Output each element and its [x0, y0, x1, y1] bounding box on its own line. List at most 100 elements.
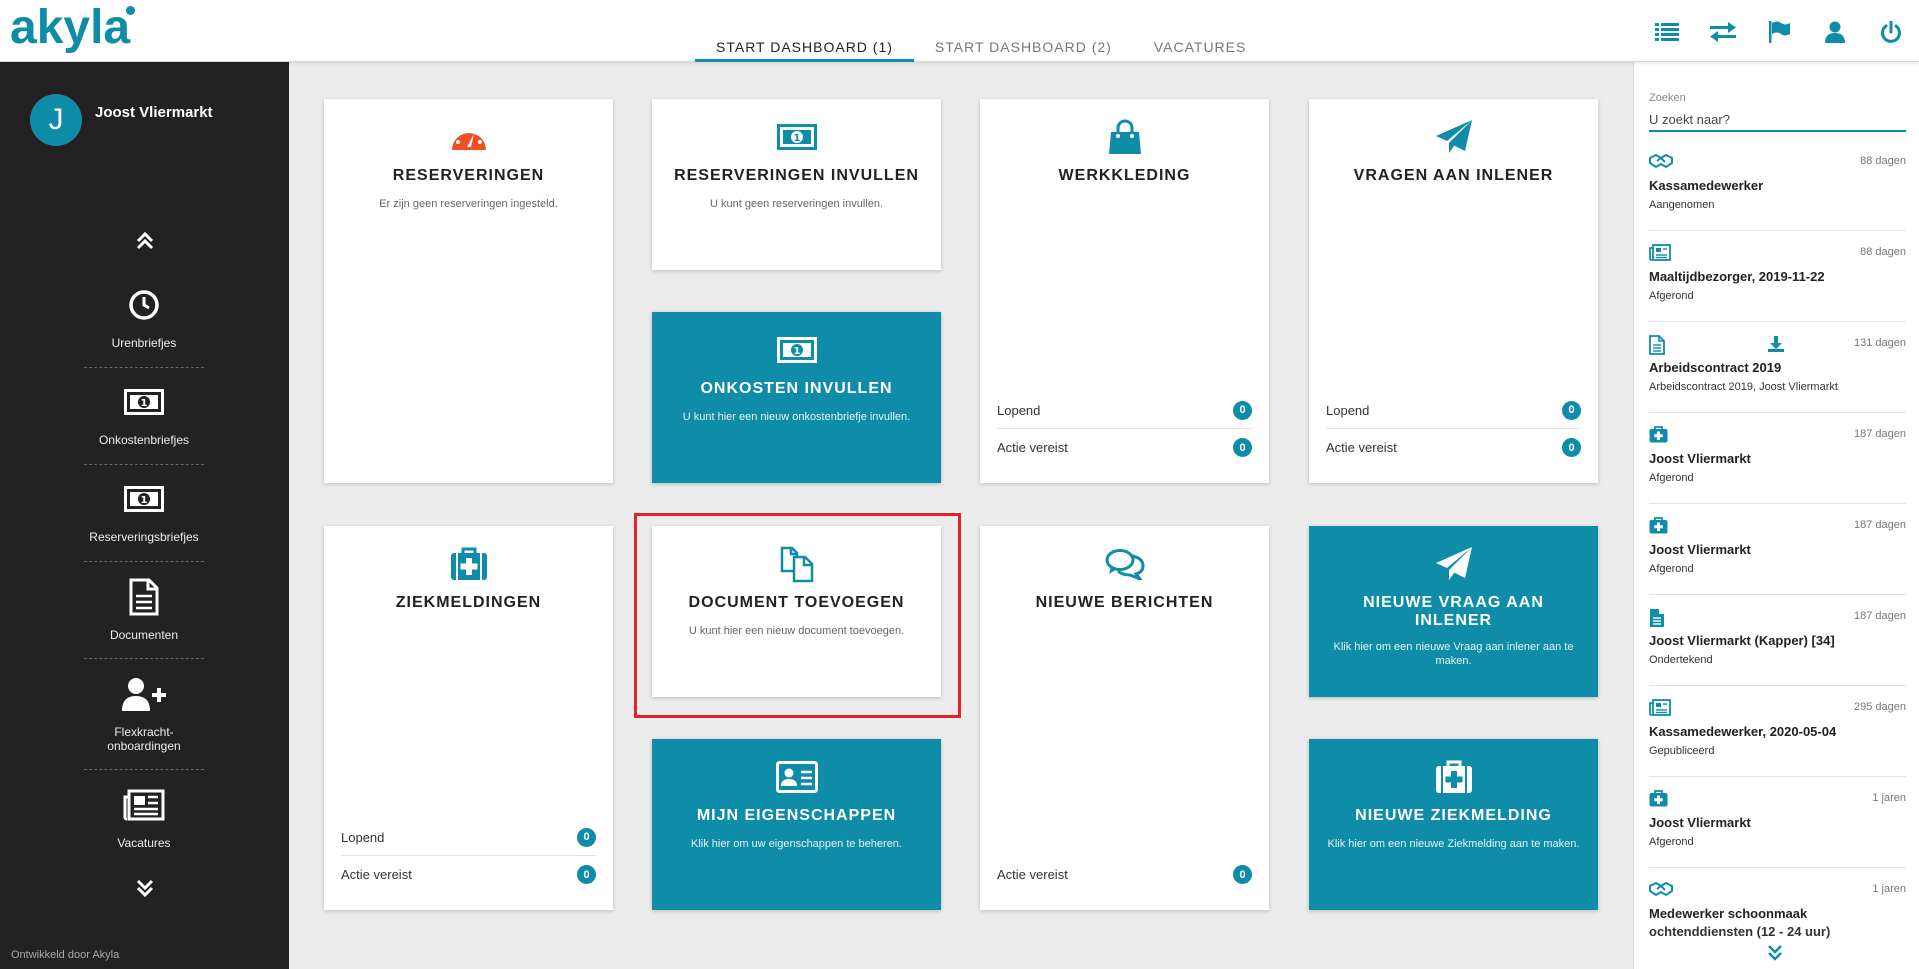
tab-start-dashboard-1[interactable]: START DASHBOARD (1): [695, 30, 914, 62]
banknote-icon: 1: [84, 478, 204, 520]
tile-title: VRAGEN AAN INLENER: [1353, 167, 1554, 184]
handshake-icon: [1649, 153, 1673, 174]
sidebar-item-vacatures[interactable]: Vacatures: [84, 784, 204, 850]
tile-reserveringen-invullen[interactable]: 1 RESERVERINGEN INVULLEN U kunt geen res…: [652, 99, 941, 270]
status-row-lopend[interactable]: Lopend 0: [997, 392, 1252, 429]
user-profile[interactable]: J Joost Vliermarkt: [30, 94, 213, 146]
list-item[interactable]: 1 jaren Joost Vliermarkt Afgerond: [1649, 778, 1906, 868]
item-age: 88 dagen: [1860, 155, 1906, 167]
item-age: 187 dagen: [1854, 428, 1906, 440]
akyla-logo[interactable]: akyla: [10, 4, 130, 52]
tile-title: NIEUWE ZIEKMELDING: [1355, 807, 1552, 824]
banknote-icon: 1: [84, 381, 204, 423]
count-badge: 0: [1233, 865, 1252, 884]
search-label: Zoeken: [1649, 92, 1686, 104]
banknote-icon: 1: [652, 330, 941, 370]
list-item[interactable]: 187 dagen Joost Vliermarkt Afgerond: [1649, 414, 1906, 504]
clock-icon: [84, 284, 204, 326]
avatar[interactable]: J: [30, 94, 82, 146]
tile-title: NIEUWE VRAAG AAN INLENER: [1363, 594, 1544, 629]
status-row-actie-vereist[interactable]: Actie vereist 0: [341, 856, 596, 893]
count-badge: 0: [577, 827, 596, 847]
status-label: Lopend: [997, 402, 1041, 418]
sidebar-item-onkostenbriefjes[interactable]: 1 Onkostenbriefjes: [84, 381, 204, 447]
load-more-chevrons-icon[interactable]: [1765, 943, 1789, 965]
tile-werkkleding[interactable]: WERKKLEDING Lopend 0 Actie vereist 0: [980, 99, 1269, 483]
sidebar-item-label: Onkostenbriefjes: [98, 433, 190, 447]
status-row-actie-vereist[interactable]: Actie vereist 0: [1326, 429, 1581, 466]
tile-description: Er zijn geen reserveringen ingesteld.: [379, 198, 558, 210]
sidebar-item-urenbriefjes[interactable]: Urenbriefjes: [84, 284, 204, 350]
status-label: Lopend: [1326, 402, 1370, 418]
sidebar-divider: [84, 464, 204, 465]
tile-description: Klik hier om een nieuwe Vraag aan inlene…: [1333, 641, 1574, 667]
left-sidebar: J Joost Vliermarkt Urenbriefjes 1 Onkost…: [0, 62, 289, 969]
tab-vacatures[interactable]: VACATURES: [1133, 30, 1268, 62]
tab-start-dashboard-2[interactable]: START DASHBOARD (2): [914, 30, 1133, 62]
list-item[interactable]: 187 dagen Joost Vliermarkt (Kapper) [34]…: [1649, 596, 1906, 686]
header-actions: [1639, 18, 1919, 46]
item-subtitle: Ondertekend: [1649, 654, 1713, 666]
tile-mijn-eigenschappen[interactable]: MIJN EIGENSCHAPPEN Klik hier om uw eigen…: [652, 739, 941, 910]
item-age: 88 dagen: [1860, 246, 1906, 258]
list-item[interactable]: 131 dagen Arbeidscontract 2019 Arbeidsco…: [1649, 323, 1906, 413]
list-item[interactable]: 295 dagen Kassamedewerker, 2020-05-04 Ge…: [1649, 687, 1906, 777]
list-icon[interactable]: [1639, 18, 1695, 46]
list-item[interactable]: 88 dagen Kassamedewerker Aangenomen: [1649, 141, 1906, 231]
sidebar-item-documenten[interactable]: Documenten: [84, 576, 204, 642]
logo-dot: [126, 6, 135, 15]
tile-description: Klik hier om een nieuwe Ziekmelding aan …: [1327, 838, 1580, 850]
item-title: Medewerker schoonmaak: [1649, 906, 1808, 921]
item-title: Kassamedewerker, 2020-05-04: [1649, 724, 1837, 739]
dashboard-tabs: START DASHBOARD (1) START DASHBOARD (2) …: [695, 30, 1267, 62]
power-icon[interactable]: [1863, 18, 1919, 46]
item-title: Joost Vliermarkt (Kapper) [34]: [1649, 633, 1835, 648]
status-label: Actie vereist: [1326, 440, 1397, 455]
svg-text:1: 1: [141, 495, 148, 506]
item-age: 187 dagen: [1854, 519, 1906, 531]
tile-description: U kunt geen reserveringen invullen.: [709, 198, 884, 210]
scroll-down-chevrons-icon[interactable]: [130, 874, 160, 904]
status-row-lopend[interactable]: Lopend 0: [341, 819, 596, 856]
item-age: 295 dagen: [1854, 701, 1906, 713]
user-icon[interactable]: [1807, 18, 1863, 46]
tile-nieuwe-berichten[interactable]: NIEUWE BERICHTEN Actie vereist 0: [980, 526, 1269, 910]
medkit-icon: [1309, 757, 1598, 797]
scroll-up-chevrons-icon[interactable]: [130, 225, 160, 255]
status-row-actie-vereist[interactable]: Actie vereist 0: [997, 856, 1252, 893]
status-row-lopend[interactable]: Lopend 0: [1326, 392, 1581, 429]
tile-nieuwe-ziekmelding[interactable]: NIEUWE ZIEKMELDING Klik hier om een nieu…: [1309, 739, 1598, 910]
item-subtitle: ochtenddiensten (12 - 24 uur): [1649, 924, 1831, 939]
tile-document-toevoegen[interactable]: DOCUMENT TOEVOEGEN U kunt hier een nieuw…: [652, 526, 941, 697]
sidebar-item-flexkracht-onboardingen[interactable]: Flexkracht-onboardingen: [84, 673, 204, 753]
list-item[interactable]: 187 dagen Joost Vliermarkt Afgerond: [1649, 505, 1906, 595]
status-label: Actie vereist: [997, 867, 1068, 882]
item-title: Kassamedewerker: [1649, 178, 1764, 193]
item-age: 187 dagen: [1854, 610, 1906, 622]
download-icon[interactable]: [1767, 335, 1785, 358]
tile-description: U kunt hier een nieuw document toevoegen…: [688, 625, 905, 637]
tile-description: U kunt hier een nieuw onkostenbriefje in…: [682, 411, 911, 423]
tile-vragen-aan-inlener[interactable]: VRAGEN AAN INLENER Lopend 0 Actie vereis…: [1309, 99, 1598, 483]
tile-ziekmeldingen[interactable]: ZIEKMELDINGEN Lopend 0 Actie vereist 0: [324, 526, 613, 910]
search-input[interactable]: [1649, 108, 1906, 132]
count-badge: 0: [1562, 400, 1581, 420]
dashboard-gauge-icon: [324, 117, 613, 157]
sidebar-item-label: Documenten: [109, 628, 179, 642]
tile-onkosten-invullen[interactable]: 1 ONKOSTEN INVULLEN U kunt hier een nieu…: [652, 312, 941, 483]
tile-title: MIJN EIGENSCHAPPEN: [696, 807, 897, 824]
status-label: Actie vereist: [997, 440, 1068, 455]
sidebar-item-reserveringsbriefjes[interactable]: 1 Reserveringsbriefjes: [84, 478, 204, 544]
item-age: 1 jaren: [1872, 792, 1906, 804]
newspaper-icon: [1649, 244, 1671, 266]
tile-reserveringen[interactable]: RESERVERINGEN Er zijn geen reserveringen…: [324, 99, 613, 483]
paper-plane-icon: [1309, 117, 1598, 157]
tile-nieuwe-vraag-aan-inlener[interactable]: NIEUWE VRAAG AAN INLENER Klik hier om ee…: [1309, 526, 1598, 697]
status-label: Lopend: [341, 829, 385, 845]
status-row-actie-vereist[interactable]: Actie vereist 0: [997, 429, 1252, 466]
list-item[interactable]: 88 dagen Maaltijdbezorger, 2019-11-22 Af…: [1649, 232, 1906, 322]
medkit-icon: [1649, 517, 1668, 539]
tile-title: RESERVERINGEN: [392, 167, 545, 184]
swap-arrows-icon[interactable]: [1695, 18, 1751, 46]
flag-icon[interactable]: [1751, 18, 1807, 46]
